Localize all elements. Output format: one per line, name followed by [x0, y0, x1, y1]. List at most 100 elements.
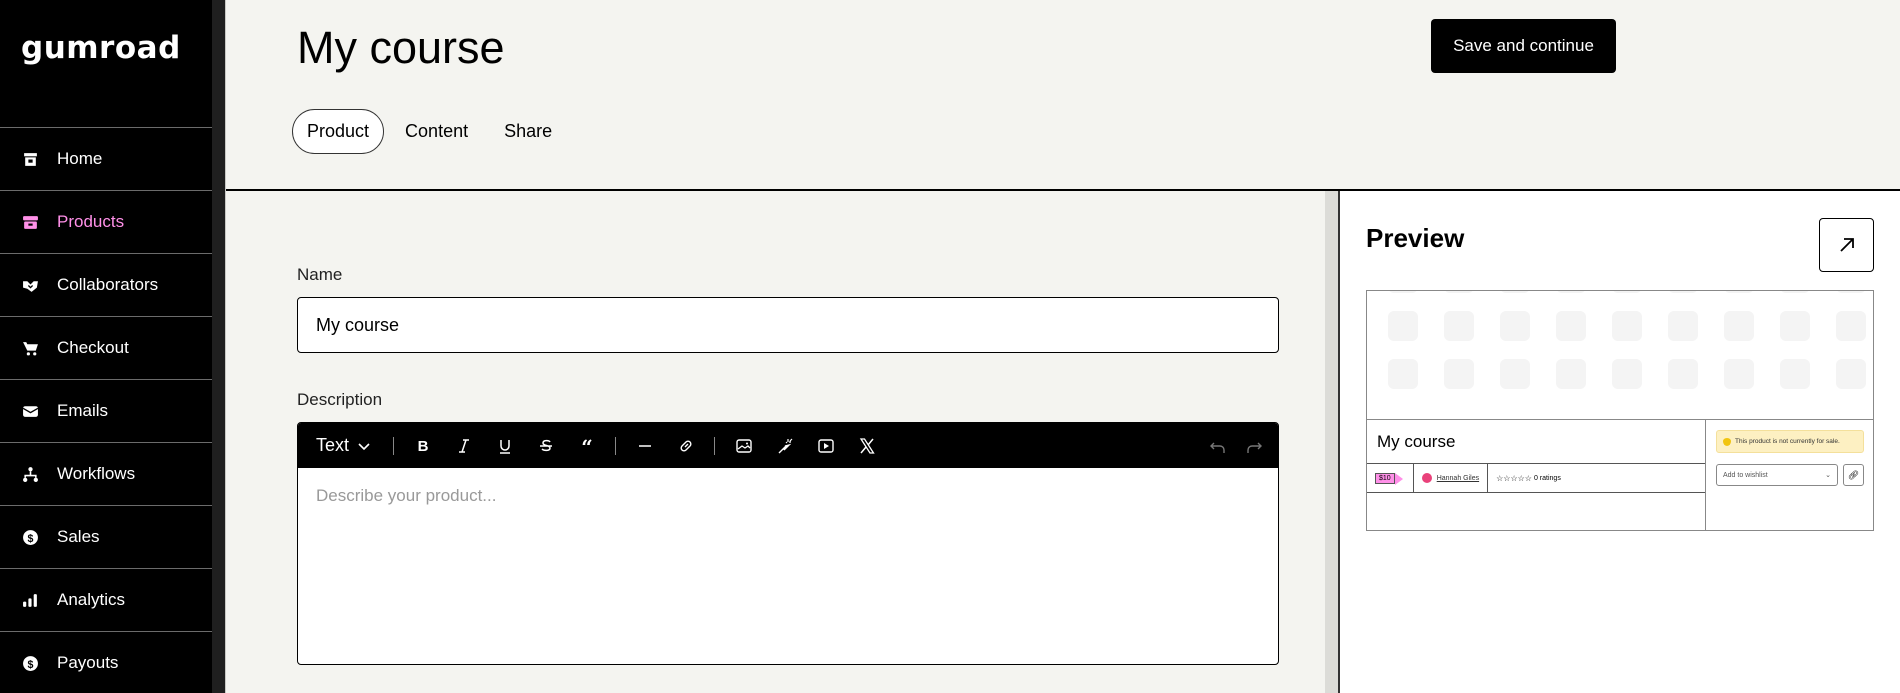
strikethrough-button[interactable] [525, 423, 566, 468]
svg-text:“: “ [581, 437, 593, 455]
card-purchase-panel: This product is not currently for sale. … [1706, 419, 1873, 530]
sidebar-item-label: Products [57, 212, 125, 231]
tab-bar: Product Content Share [292, 109, 567, 154]
icon-pattern [1367, 291, 1873, 389]
text-style-dropdown[interactable]: Text [316, 435, 371, 456]
sidebar-item-sales[interactable]: $ Sales [0, 506, 212, 569]
handshake-icon [21, 276, 39, 294]
diagram-icon [21, 465, 39, 483]
sidebar-item-label: Home [57, 149, 103, 168]
sidebar-item-analytics[interactable]: Analytics [0, 569, 212, 632]
app: gumroad Home Products Collaborators Chec… [0, 0, 1900, 693]
sidebar: gumroad Home Products Collaborators Chec… [0, 0, 212, 693]
video-button[interactable] [805, 423, 846, 468]
redo-icon [1247, 442, 1262, 453]
sidebar-scrollbar[interactable] [212, 0, 225, 693]
video-play-icon [817, 438, 834, 453]
redo-button[interactable] [1236, 423, 1272, 468]
toolbar-separator [393, 436, 395, 455]
main-scrollbar[interactable] [1325, 191, 1338, 693]
quote-icon: “ [581, 437, 593, 455]
chevron-down-icon [358, 442, 370, 450]
italic-icon [458, 438, 469, 453]
editor-toolbar: Text B “ [298, 423, 1278, 468]
product-form: Name Description Text B “ [226, 191, 1325, 693]
horizontal-rule-button[interactable] [624, 423, 665, 468]
link-icon [680, 439, 692, 452]
svg-text:B: B [417, 438, 428, 455]
sidebar-item-checkout[interactable]: Checkout [0, 317, 212, 380]
card-product-name: My course [1377, 432, 1456, 451]
sidebar-item-label: Analytics [57, 590, 126, 609]
sidebar-item-emails[interactable]: Emails [0, 380, 212, 443]
quote-button[interactable]: “ [566, 423, 607, 468]
sidebar-item-payouts[interactable]: $ Payouts [0, 632, 212, 693]
tab-product[interactable]: Product [292, 109, 385, 154]
sidebar-item-label: Emails [57, 401, 109, 420]
open-preview-button[interactable] [1819, 218, 1874, 272]
author-cell: Hannah Giles [1414, 464, 1489, 492]
link-icon: 🔗︎ [1847, 469, 1860, 480]
x-logo-icon [859, 437, 875, 454]
sidebar-nav: Home Products Collaborators Checkout Ema… [0, 127, 212, 693]
arrow-up-right-icon [1839, 238, 1854, 252]
preview-title: Preview [1366, 223, 1465, 253]
sidebar-item-collaborators[interactable]: Collaborators [0, 254, 212, 317]
sidebar-item-label: Sales [57, 527, 100, 546]
card-details: My course $10 Hannah Giles ☆☆☆☆☆ 0 ratin… [1367, 419, 1706, 530]
sidebar-item-label: Payouts [57, 653, 119, 672]
not-for-sale-notice: This product is not currently for sale. [1716, 430, 1864, 453]
cart-icon [21, 339, 39, 357]
svg-text:$: $ [27, 532, 33, 544]
dollar-circle-icon: $ [21, 528, 39, 546]
name-label: Name [297, 265, 343, 284]
page-title: My course [297, 22, 505, 73]
sidebar-item-label: Checkout [57, 338, 129, 357]
toolbar-separator [615, 436, 617, 455]
wishlist-label: Add to wishlist [1723, 471, 1768, 479]
store-icon [21, 150, 39, 168]
embed-button[interactable] [764, 423, 805, 468]
gumroad-logo[interactable]: gumroad [21, 30, 181, 66]
archive-box-icon [21, 213, 39, 231]
bold-button[interactable]: B [402, 423, 443, 468]
horizontal-rule-icon [638, 444, 651, 447]
description-editor: Text B “ Describe your product... [297, 422, 1279, 665]
underline-button[interactable] [484, 423, 525, 468]
product-preview-card: My course $10 Hannah Giles ☆☆☆☆☆ 0 ratin… [1366, 290, 1874, 531]
chevron-down-icon: ⌄ [1825, 472, 1831, 479]
star-rating-icons: ☆☆☆☆☆ [1496, 473, 1532, 483]
sidebar-item-home[interactable]: Home [0, 128, 212, 191]
rating-cell: ☆☆☆☆☆ 0 ratings [1488, 464, 1569, 492]
tab-content[interactable]: Content [390, 109, 483, 154]
copy-link-button[interactable]: 🔗︎ [1843, 464, 1864, 486]
link-button[interactable] [665, 423, 706, 468]
price-tag: $10 [1375, 472, 1395, 484]
add-to-wishlist-select[interactable]: Add to wishlist ⌄ [1716, 464, 1838, 486]
price-cell: $10 [1367, 464, 1414, 492]
image-icon [735, 438, 752, 453]
notice-text: This product is not currently for sale. [1735, 438, 1840, 445]
page-header: My course Product Content Share [226, 0, 1900, 191]
italic-button[interactable] [443, 423, 484, 468]
bar-chart-icon [21, 591, 39, 609]
author-link[interactable]: Hannah Giles [1437, 475, 1479, 482]
shield-warning-icon [1723, 437, 1731, 446]
dollar-circle-icon: $ [21, 654, 39, 672]
sidebar-item-products[interactable]: Products [0, 191, 212, 254]
undo-button[interactable] [1200, 423, 1236, 468]
undo-icon [1210, 442, 1225, 453]
name-input[interactable] [297, 297, 1279, 353]
svg-text:$: $ [27, 658, 33, 670]
sidebar-item-label: Collaborators [57, 275, 159, 294]
text-style-label: Text [316, 435, 350, 455]
save-and-continue-button[interactable]: Save and continue [1431, 19, 1616, 73]
description-label: Description [297, 390, 383, 409]
image-button[interactable] [723, 423, 764, 468]
sidebar-item-label: Workflows [57, 464, 136, 483]
description-input[interactable]: Describe your product... [298, 468, 1278, 524]
sidebar-item-workflows[interactable]: Workflows [0, 443, 212, 506]
magic-wand-icon [778, 438, 792, 453]
tab-share[interactable]: Share [489, 109, 567, 154]
x-post-button[interactable] [846, 423, 887, 468]
